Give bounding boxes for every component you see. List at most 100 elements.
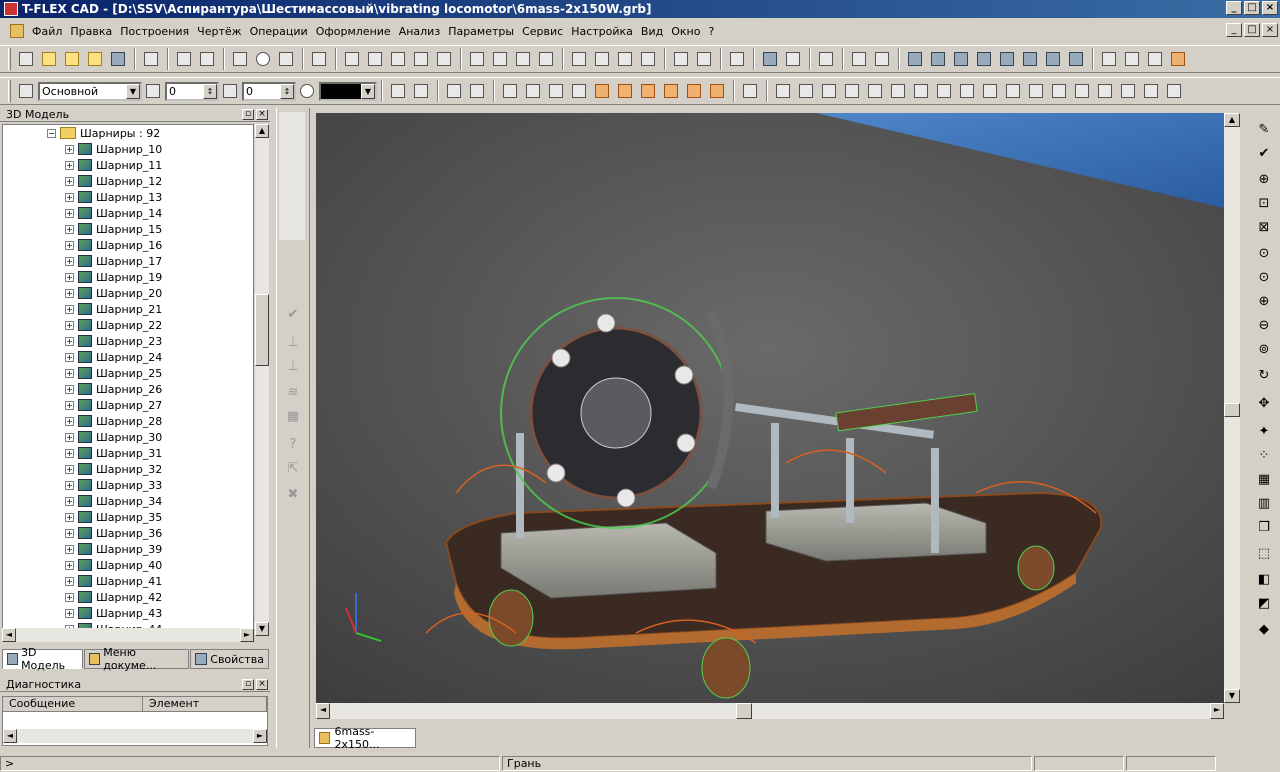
view-dimetric-icon[interactable] <box>1065 48 1087 70</box>
select-icon[interactable] <box>443 80 465 102</box>
curve-icon[interactable] <box>1025 80 1047 102</box>
snap-face-icon[interactable] <box>545 80 567 102</box>
expand-icon[interactable]: + <box>65 272 74 282</box>
panel-close-button[interactable]: × <box>256 679 268 690</box>
zoom-real-icon[interactable]: ⊚ <box>1253 338 1275 360</box>
tree-item[interactable]: + Шарнир_10 <box>65 141 162 157</box>
light-icon[interactable]: ✦ <box>1253 420 1275 442</box>
view-right-icon[interactable] <box>973 48 995 70</box>
menu-annotate[interactable]: Оформление <box>312 25 395 38</box>
menu-service[interactable]: Сервис <box>518 25 567 38</box>
loft-icon[interactable] <box>614 48 636 70</box>
doc-minimize-button[interactable]: _ <box>1226 23 1242 37</box>
scroll-up-button[interactable]: ▲ <box>1224 113 1240 127</box>
snap-vertex-icon[interactable] <box>499 80 521 102</box>
document-tab[interactable]: 6mass-2x150... <box>314 725 416 751</box>
rotate-icon[interactable]: ↻ <box>1253 364 1275 386</box>
viewport-horizontal-scrollbar[interactable]: ◄ ► <box>316 703 1224 719</box>
view-front-icon[interactable] <box>904 48 926 70</box>
pencil-icon[interactable]: ✎ <box>1253 118 1275 140</box>
expand-icon[interactable]: + <box>65 496 74 506</box>
expand-icon[interactable]: + <box>65 208 74 218</box>
sketch-3d-icon[interactable] <box>535 48 557 70</box>
color-select[interactable]: ▼ <box>319 81 377 101</box>
expand-icon[interactable]: + <box>65 512 74 522</box>
3d-scene[interactable] <box>316 113 1224 703</box>
expand-icon[interactable]: + <box>65 352 74 362</box>
stamp-icon[interactable]: ⊥ <box>283 332 303 352</box>
save-icon[interactable] <box>107 48 129 70</box>
menu-file[interactable]: Файл <box>28 25 66 38</box>
snap-grid-icon[interactable] <box>782 48 804 70</box>
tree-horizontal-scrollbar[interactable]: ◄ ► <box>2 628 254 642</box>
expand-icon[interactable]: + <box>65 240 74 250</box>
panel-dock-button[interactable]: ▫ <box>242 679 254 690</box>
tab-document-menu[interactable]: Меню докуме... <box>84 646 190 672</box>
angle-icon[interactable] <box>979 80 1001 102</box>
solid-icon[interactable] <box>1094 80 1116 102</box>
tree-item[interactable]: + Шарнир_15 <box>65 221 162 237</box>
expand-icon[interactable]: + <box>65 304 74 314</box>
doc-close-button[interactable]: × <box>1262 23 1278 37</box>
frame-icon[interactable] <box>1071 80 1093 102</box>
expand-icon[interactable]: + <box>65 400 74 410</box>
menu-view[interactable]: Вид <box>637 25 667 38</box>
constraint-3-icon[interactable] <box>818 80 840 102</box>
view-top-icon[interactable] <box>996 48 1018 70</box>
view-back-icon[interactable] <box>927 48 949 70</box>
priority-input[interactable]: 0 ↕ <box>242 81 296 101</box>
scroll-thumb[interactable] <box>255 294 269 366</box>
layers-icon[interactable] <box>15 80 37 102</box>
tree-item[interactable]: + Шарнир_40 <box>65 557 162 573</box>
expand-icon[interactable]: + <box>65 320 74 330</box>
close-button[interactable]: × <box>1262 1 1278 15</box>
expand-icon[interactable]: + <box>65 432 74 442</box>
tree-item[interactable]: + Шарнир_33 <box>65 477 162 493</box>
view-window-icon[interactable] <box>848 48 870 70</box>
paperclip-icon[interactable] <box>670 48 692 70</box>
expand-icon[interactable]: + <box>65 256 74 266</box>
tree-item[interactable]: + Шарнир_17 <box>65 253 162 269</box>
redo-icon[interactable] <box>196 48 218 70</box>
expand-icon[interactable]: + <box>65 368 74 378</box>
table-icon[interactable]: ▦ <box>283 406 303 426</box>
calculator-icon[interactable] <box>726 48 748 70</box>
rotate-icon[interactable] <box>1002 80 1024 102</box>
constraint-2-icon[interactable] <box>795 80 817 102</box>
tree-item[interactable]: + Шарнир_27 <box>65 397 162 413</box>
copy-icon[interactable]: ❐ <box>1253 516 1275 538</box>
expand-icon[interactable]: + <box>65 224 74 234</box>
extrude-icon[interactable] <box>568 48 590 70</box>
open-folder-icon[interactable] <box>84 48 106 70</box>
expand-icon[interactable]: + <box>65 416 74 426</box>
sketch-icon[interactable] <box>308 48 330 70</box>
menu-parameters[interactable]: Параметры <box>444 25 518 38</box>
chevron-down-icon[interactable]: ▼ <box>126 83 140 99</box>
lattice-icon[interactable]: ▦ <box>1253 468 1275 490</box>
snap-circle-icon[interactable] <box>637 80 659 102</box>
snap-tangent-icon[interactable] <box>660 80 682 102</box>
tree-item[interactable]: + Шарнир_19 <box>65 269 162 285</box>
menu-settings[interactable]: Настройка <box>567 25 637 38</box>
scroll-left-button[interactable]: ◄ <box>3 729 17 743</box>
column-message[interactable]: Сообщение <box>3 697 143 711</box>
zoom-window-icon[interactable]: ⊡ <box>1253 192 1275 214</box>
zoom-all-icon[interactable]: ⊕ <box>1253 290 1275 312</box>
filter-funnel-icon[interactable] <box>841 80 863 102</box>
maximize-button[interactable]: □ <box>1244 1 1260 15</box>
marker-icon[interactable]: ⊥ <box>283 356 303 376</box>
grid-icon[interactable]: ▥ <box>1253 492 1275 514</box>
panel-dock-button[interactable]: ▫ <box>242 109 254 120</box>
scroll-right-button[interactable]: ► <box>253 729 267 743</box>
roughness-icon[interactable] <box>433 48 455 70</box>
tree-folder[interactable]: − Шарниры : 92 <box>47 125 160 141</box>
scroll-thumb[interactable] <box>1224 403 1240 417</box>
tab-3d-model[interactable]: 3D Модель <box>2 646 84 672</box>
tree-item[interactable]: + Шарнир_21 <box>65 301 162 317</box>
document-icon[interactable] <box>10 24 24 38</box>
tree-item[interactable]: + Шарнир_25 <box>65 365 162 381</box>
tree-item[interactable]: + Шарнир_12 <box>65 173 162 189</box>
check-icon[interactable]: ✔ <box>1253 142 1275 164</box>
scroll-down-button[interactable]: ▼ <box>255 622 269 636</box>
checkmark-icon[interactable]: ✔ <box>283 304 303 324</box>
